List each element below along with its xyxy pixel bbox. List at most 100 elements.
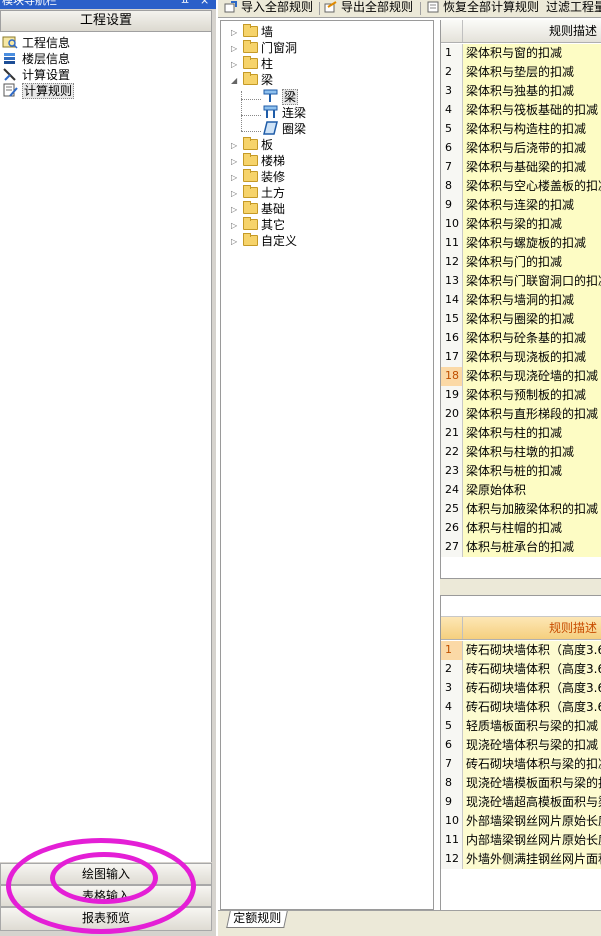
row-number[interactable]: 5 [441,120,463,139]
table-row[interactable]: 8 梁体积与空心楼盖板的扣减 [441,177,601,196]
rule-description-cell[interactable]: 体积与柱帽的扣减 [463,519,601,538]
tree-leaf-coupling-beam[interactable]: 连梁 [263,105,306,121]
table-row[interactable]: 12 外墙外侧满挂钢丝网片面积 [441,850,601,869]
row-number[interactable]: 16 [441,329,463,348]
table-row[interactable]: 4 砖石砌块墙体积（高度3.6 [441,698,601,717]
row-number[interactable]: 2 [441,63,463,82]
table-row[interactable]: 1 梁体积与窗的扣减 [441,44,601,63]
expand-icon[interactable]: ▷ [231,57,241,73]
expand-icon[interactable]: ▷ [231,138,241,154]
row-number[interactable]: 20 [441,405,463,424]
table-row[interactable]: 11 内部墙梁钢丝网片原始长度 [441,831,601,850]
row-number[interactable]: 4 [441,101,463,120]
table-row[interactable]: 14 梁体积与墙洞的扣减 [441,291,601,310]
rule-description-cell[interactable]: 梁体积与独基的扣减 [463,82,601,101]
row-number[interactable]: 4 [441,698,463,717]
rule-description-cell[interactable]: 梁体积与门的扣减 [463,253,601,272]
tree-node-column[interactable]: ▷ 柱 [231,56,273,72]
row-number[interactable]: 2 [441,660,463,679]
nav-item-calc-rules[interactable]: 计算规则 [2,83,75,99]
row-number[interactable]: 6 [441,139,463,158]
grid-corner[interactable] [441,20,463,42]
table-row[interactable]: 18 梁体积与现浇砼墙的扣减 [441,367,601,386]
table-row[interactable]: 25 体积与加腋梁体积的扣减 [441,500,601,519]
rule-description-cell[interactable]: 梁体积与直形梯段的扣减 [463,405,601,424]
tree-node-slab[interactable]: ▷ 板 [231,137,273,153]
row-number[interactable]: 12 [441,253,463,272]
row-number[interactable]: 11 [441,831,463,850]
expand-icon[interactable]: ▷ [231,154,241,170]
rule-description-cell[interactable]: 砖石砌块墙体积（高度3.6 [463,660,601,679]
row-number[interactable]: 27 [441,538,463,557]
tree-node-beam[interactable]: ◢ 梁 [231,72,273,88]
table-row[interactable]: 27 体积与桩承台的扣减 [441,538,601,557]
export-all-rules-button[interactable]: 导出全部规则 [324,0,413,17]
row-number[interactable]: 17 [441,348,463,367]
rule-description-cell[interactable]: 梁体积与柱的扣减 [463,424,601,443]
report-preview-button[interactable]: 报表预览 [0,907,212,931]
rule-description-cell[interactable]: 砖石砌块墙体积（高度3.6 [463,698,601,717]
table-row[interactable]: 26 体积与柱帽的扣减 [441,519,601,538]
rule-description-cell[interactable]: 梁体积与门联窗洞口的扣减 [463,272,601,291]
grid-splitter[interactable] [440,578,601,596]
table-row[interactable]: 9 现浇砼墙超高模板面积与梁 [441,793,601,812]
rule-description-cell[interactable]: 梁体积与构造柱的扣减 [463,120,601,139]
expand-icon[interactable]: ▷ [231,234,241,250]
expand-icon[interactable]: ▷ [231,186,241,202]
rule-description-cell[interactable]: 砖石砌块墙体积（高度3.6 [463,679,601,698]
row-number[interactable]: 3 [441,679,463,698]
table-row[interactable]: 10 梁体积与梁的扣减 [441,215,601,234]
row-number[interactable]: 8 [441,774,463,793]
table-row[interactable]: 4 梁体积与筏板基础的扣减 [441,101,601,120]
drawing-input-button[interactable]: 绘图输入 [0,863,212,885]
import-all-rules-button[interactable]: 导入全部规则 [224,0,313,17]
tree-node-decoration[interactable]: ▷ 装修 [231,169,285,185]
rule-description-cell[interactable]: 外部墙梁钢丝网片原始长度 [463,812,601,831]
nav-item-project-info[interactable]: 工程信息 [2,35,70,51]
tree-node-door-window[interactable]: ▷ 门窗洞 [231,40,297,56]
row-number[interactable]: 10 [441,215,463,234]
table-row[interactable]: 23 梁体积与桩的扣减 [441,462,601,481]
rule-description-cell[interactable]: 轻质墙板面积与梁的扣减 [463,717,601,736]
table-row[interactable]: 13 梁体积与门联窗洞口的扣减 [441,272,601,291]
row-number[interactable]: 18 [441,367,463,386]
table-row[interactable]: 11 梁体积与螺旋板的扣减 [441,234,601,253]
row-number[interactable]: 22 [441,443,463,462]
row-number[interactable]: 7 [441,755,463,774]
rule-description-cell[interactable]: 梁体积与连梁的扣减 [463,196,601,215]
tree-node-foundation[interactable]: ▷ 基础 [231,201,285,217]
tree-leaf-beam[interactable]: 梁 [263,89,299,105]
table-row[interactable]: 6 梁体积与后浇带的扣减 [441,139,601,158]
table-row[interactable]: 8 现浇砼墙模板面积与梁的扣 [441,774,601,793]
table-row[interactable]: 17 梁体积与现浇板的扣减 [441,348,601,367]
row-number[interactable]: 14 [441,291,463,310]
row-number[interactable]: 25 [441,500,463,519]
table-input-button[interactable]: 表格输入 [0,885,212,907]
rule-description-cell[interactable]: 体积与桩承台的扣减 [463,538,601,557]
table-row[interactable]: 1 砖石砌块墙体积（高度3.6 [441,641,601,660]
table-row[interactable]: 24 梁原始体积 [441,481,601,500]
restore-all-rules-button[interactable]: 恢复全部计算规则 [426,0,539,17]
tree-leaf-ring-beam[interactable]: 圈梁 [263,121,306,137]
table-row[interactable]: 20 梁体积与直形梯段的扣减 [441,405,601,424]
row-number[interactable]: 15 [441,310,463,329]
row-number[interactable]: 1 [441,44,463,63]
table-row[interactable]: 19 梁体积与预制板的扣减 [441,386,601,405]
row-number[interactable]: 12 [441,850,463,869]
row-number[interactable]: 7 [441,158,463,177]
tree-node-other[interactable]: ▷ 其它 [231,217,285,233]
row-number[interactable]: 24 [441,481,463,500]
rule-description-cell[interactable]: 梁体积与预制板的扣减 [463,386,601,405]
expand-icon[interactable]: ▷ [231,41,241,57]
rule-description-cell[interactable]: 梁体积与现浇砼墙的扣减 [463,367,601,386]
rule-description-cell[interactable]: 砖石砌块墙体积（高度3.6 [463,641,601,660]
rule-description-cell[interactable]: 外墙外侧满挂钢丝网片面积 [463,850,601,869]
row-number[interactable]: 19 [441,386,463,405]
row-number[interactable]: 9 [441,793,463,812]
table-row[interactable]: 15 梁体积与圈梁的扣减 [441,310,601,329]
tree-node-stairs[interactable]: ▷ 楼梯 [231,153,285,169]
table-row[interactable]: 2 砖石砌块墙体积（高度3.6 [441,660,601,679]
rule-description-cell[interactable]: 砖石砌块墙体积与梁的扣减 [463,755,601,774]
filter-quantity-button[interactable]: 过滤工程量 [546,0,601,17]
rule-description-cell[interactable]: 梁体积与桩的扣减 [463,462,601,481]
